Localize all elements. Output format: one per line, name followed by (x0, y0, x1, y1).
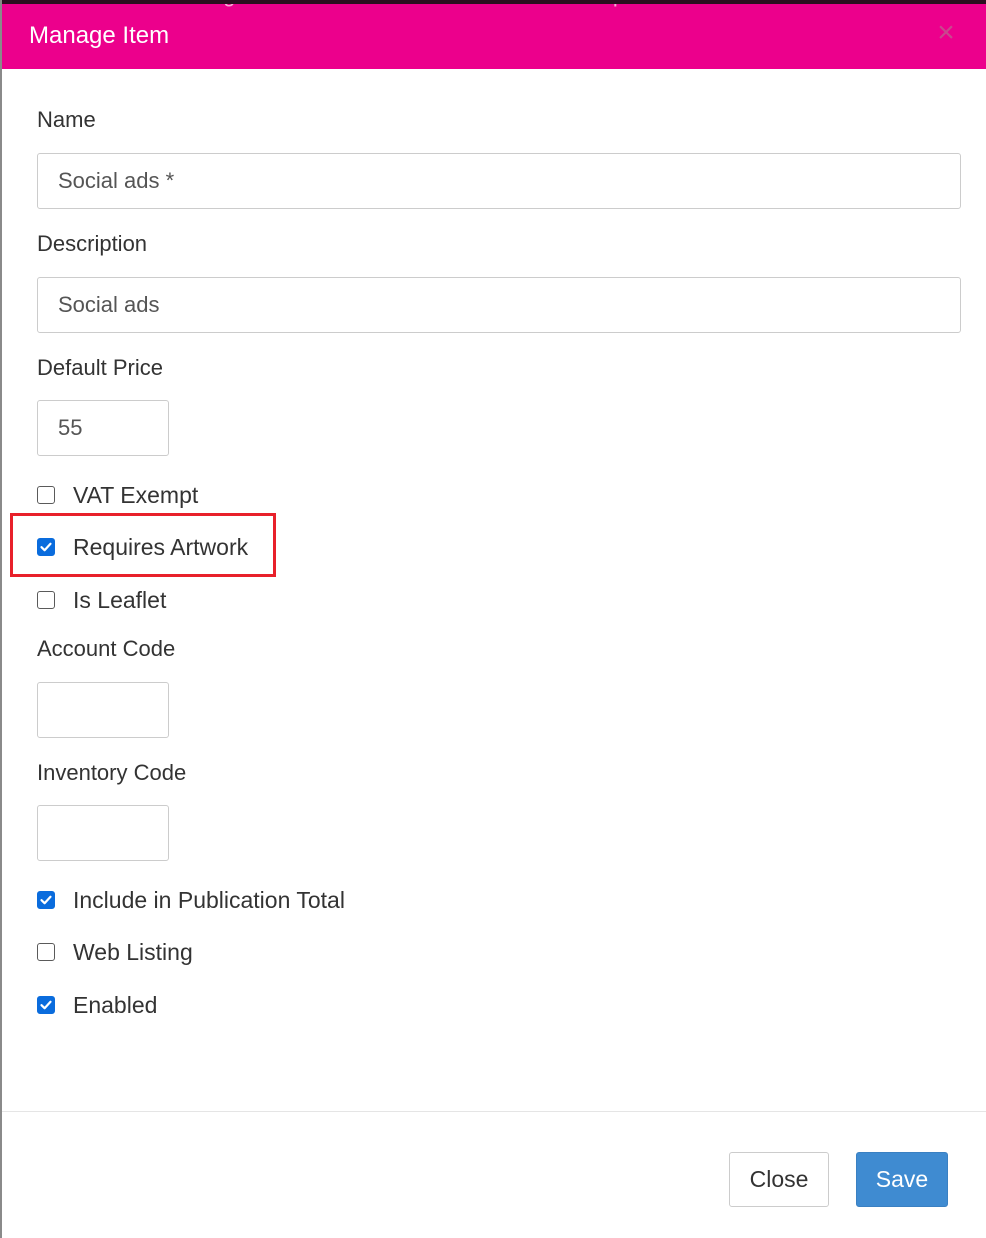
include-in-publication-total-label: Include in Publication Total (73, 886, 345, 913)
requires-artwork-label: Requires Artwork (73, 533, 249, 560)
modal-title: Manage Item (29, 22, 170, 49)
is-leaflet-row[interactable]: Is Leaflet (37, 585, 166, 615)
save-button[interactable]: Save (856, 1152, 948, 1207)
checkmark-icon (40, 895, 52, 905)
background-nav-item: Reports (585, 4, 662, 8)
vat-exempt-row[interactable]: VAT Exempt (37, 480, 198, 510)
web-listing-label: Web Listing (73, 938, 193, 965)
background-nav-item: Articles (481, 4, 553, 8)
is-leaflet-label: Is Leaflet (73, 586, 167, 613)
account-code-label: Account Code (37, 636, 176, 661)
inventory-code-label: Inventory Code (37, 760, 187, 785)
enabled-checkbox[interactable] (37, 996, 55, 1014)
inventory-code-input[interactable] (37, 805, 169, 861)
web-listing-row[interactable]: Web Listing (37, 937, 193, 967)
requires-artwork-row[interactable]: Requires Artwork (37, 532, 248, 562)
enabled-label: Enabled (73, 991, 158, 1018)
background-nav-item: Content (372, 4, 449, 8)
vat-exempt-label: VAT Exempt (73, 481, 199, 508)
vat-exempt-checkbox[interactable] (37, 486, 55, 504)
background-nav-item: Actions (267, 4, 339, 8)
background-nav-item: Invoicing (149, 4, 236, 8)
modal-header: Renewals Invoicing Actions Content Artic… (2, 0, 986, 69)
description-label: Description (37, 231, 148, 256)
name-input[interactable] (37, 153, 961, 209)
web-listing-checkbox[interactable] (37, 943, 55, 961)
is-leaflet-checkbox[interactable] (37, 591, 55, 609)
background-nav: Renewals Invoicing Actions Content Artic… (20, 4, 662, 8)
description-input[interactable] (37, 277, 961, 333)
requires-artwork-checkbox[interactable] (37, 538, 55, 556)
default-price-input[interactable] (37, 400, 169, 456)
checkmark-icon (40, 542, 52, 552)
include-in-publication-total-checkbox[interactable] (37, 891, 55, 909)
manage-item-modal: Renewals Invoicing Actions Content Artic… (0, 0, 986, 1238)
close-icon[interactable]: × (934, 18, 958, 48)
close-button[interactable]: Close (729, 1152, 829, 1207)
include-in-publication-total-row[interactable]: Include in Publication Total (37, 885, 345, 915)
background-nav-item: Renewals (20, 4, 117, 8)
name-label: Name (37, 107, 96, 132)
enabled-row[interactable]: Enabled (37, 990, 157, 1020)
footer-divider (2, 1111, 986, 1112)
default-price-label: Default Price (37, 355, 163, 380)
checkmark-icon (40, 1000, 52, 1010)
account-code-input[interactable] (37, 682, 169, 738)
